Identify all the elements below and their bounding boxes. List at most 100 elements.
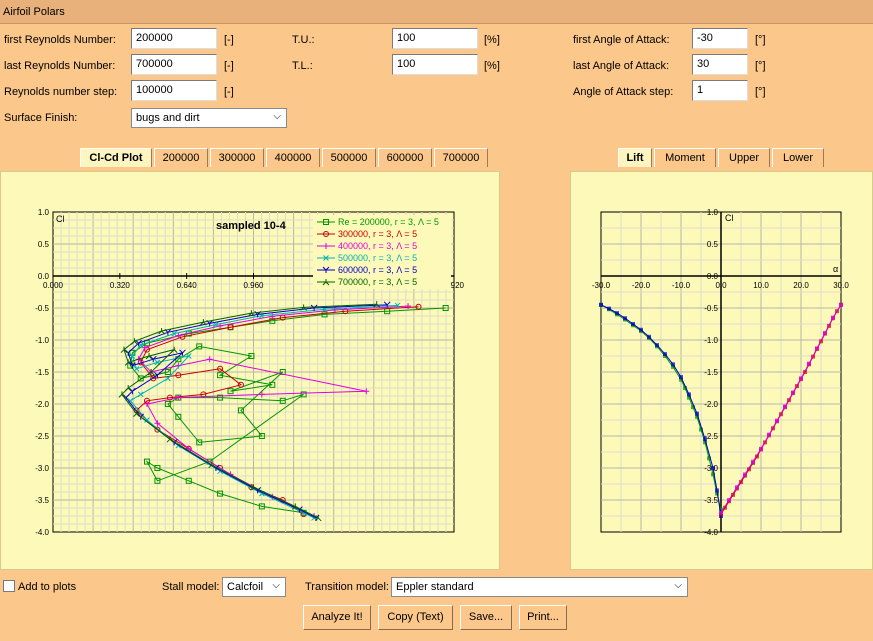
data-point bbox=[715, 488, 719, 493]
surface-finish-label: Surface Finish: bbox=[4, 112, 78, 124]
y-tick-label: -3.5 bbox=[704, 496, 718, 505]
chevron-down-icon: ⌵ bbox=[272, 580, 280, 591]
save-button[interactable]: Save... bbox=[460, 605, 512, 630]
y-tick-label: -2.0 bbox=[35, 400, 49, 409]
last-aoa-label: last Angle of Attack: bbox=[573, 60, 670, 72]
add-to-plots-label: Add to plots bbox=[18, 581, 77, 593]
legend-entry: 600000, r = 3, Λ = 5 bbox=[338, 265, 417, 275]
cl-cd-plot: 0.000 0.320 0.640 0.960 1.9201.00.50.0-0.5-1… bbox=[35, 208, 464, 537]
data-point bbox=[839, 302, 843, 307]
transition-model-select[interactable]: Eppler standard ⌵ bbox=[391, 577, 688, 597]
x-tick-label: 10.0 bbox=[753, 281, 769, 290]
data-point bbox=[791, 390, 795, 395]
data-point bbox=[599, 302, 603, 307]
y-tick-label: -0.5 bbox=[35, 304, 49, 313]
tl-label: T.L.: bbox=[292, 60, 313, 72]
surface-finish-select[interactable]: bugs and dirt ⌵ bbox=[131, 108, 287, 128]
stall-model-select[interactable]: Calcfoil ⌵ bbox=[222, 577, 286, 597]
legend-entry: Re = 200000, r = 3, Λ = 5 bbox=[338, 217, 439, 227]
y-tick-label: -1.0 bbox=[35, 336, 49, 345]
lift-plot: -30.0 -20.0 -10.0 0.0 10.0 20.0 30.0 1.0 0.5 0.0 -… bbox=[592, 208, 849, 537]
tab-upper[interactable]: Upper bbox=[718, 148, 770, 167]
tab-cl-cd-plot[interactable]: Cl-Cd Plot bbox=[80, 148, 152, 167]
stall-model-value: Calcfoil bbox=[227, 581, 264, 593]
y-tick-label: -2.5 bbox=[35, 432, 49, 441]
first-re-label: first Reynolds Number: bbox=[4, 34, 116, 46]
data-point bbox=[639, 327, 643, 332]
analyze-button[interactable]: Analyze It! bbox=[303, 605, 371, 630]
x-tick-label: 30.0 bbox=[833, 281, 849, 290]
tab-500000[interactable]: 500000 bbox=[322, 148, 376, 167]
data-point bbox=[823, 330, 827, 335]
data-point bbox=[807, 361, 811, 366]
window-title: Airfoil Polars bbox=[0, 0, 873, 24]
y-tick-label: -1.5 bbox=[704, 368, 718, 377]
data-point bbox=[607, 306, 611, 311]
y-tick-label: -2.0 bbox=[704, 400, 718, 409]
y-tick-label: 0.5 bbox=[707, 240, 719, 249]
data-point bbox=[751, 459, 755, 464]
data-point bbox=[647, 334, 651, 339]
print-button[interactable]: Print... bbox=[519, 605, 567, 630]
x-tick-label: 0.0 bbox=[715, 281, 727, 290]
copy-text-button[interactable]: Copy (Text) bbox=[378, 605, 453, 630]
tu-input[interactable]: 100 bbox=[392, 28, 478, 49]
tab-300000[interactable]: 300000 bbox=[210, 148, 264, 167]
re-step-label: Reynolds number step: bbox=[4, 86, 118, 98]
aoa-step-label: Angle of Attack step: bbox=[573, 86, 674, 98]
aoa-step-input[interactable]: 1 bbox=[692, 80, 748, 101]
data-point bbox=[767, 432, 771, 437]
x-tick-label: -20.0 bbox=[632, 281, 651, 290]
surface-finish-value: bugs and dirt bbox=[136, 112, 200, 124]
data-point bbox=[799, 376, 803, 381]
data-point bbox=[615, 311, 619, 316]
y-tick-label: 0.5 bbox=[38, 240, 50, 249]
last-re-input[interactable]: 700000 bbox=[131, 54, 217, 75]
y-tick-label: 1.0 bbox=[707, 208, 719, 217]
tab-200000[interactable]: 200000 bbox=[154, 148, 208, 167]
tab-700000[interactable]: 700000 bbox=[434, 148, 488, 167]
y-tick-label: -3.5 bbox=[35, 496, 49, 505]
re-step-input[interactable]: 100000 bbox=[131, 80, 217, 101]
data-point bbox=[703, 437, 707, 442]
y-tick-label: -3.0 bbox=[35, 464, 49, 473]
x-tick-label: 0.320 bbox=[110, 281, 131, 290]
tl-input[interactable]: 100 bbox=[392, 54, 478, 75]
chevron-down-icon: ⌵ bbox=[273, 111, 281, 122]
data-point bbox=[655, 343, 659, 348]
data-point bbox=[679, 375, 683, 380]
tab-lift[interactable]: Lift bbox=[618, 148, 652, 167]
data-point bbox=[783, 404, 787, 409]
legend-entry: 300000, r = 3, Λ = 5 bbox=[338, 229, 417, 239]
data-point bbox=[663, 352, 667, 357]
transition-model-value: Eppler standard bbox=[396, 581, 474, 593]
aoa-step-unit: [°] bbox=[755, 86, 766, 98]
stall-model-label: Stall model: bbox=[162, 581, 220, 593]
first-re-input[interactable]: 200000 bbox=[131, 28, 217, 49]
x-tick-label: 0.640 bbox=[177, 281, 198, 290]
first-re-unit: [-] bbox=[224, 34, 234, 46]
last-aoa-input[interactable]: 30 bbox=[692, 54, 748, 75]
data-point bbox=[815, 346, 819, 351]
first-aoa-label: first Angle of Attack: bbox=[573, 34, 670, 46]
data-point bbox=[759, 446, 763, 451]
tab-600000[interactable]: 600000 bbox=[378, 148, 432, 167]
data-point bbox=[775, 418, 779, 423]
data-point bbox=[743, 472, 747, 477]
tab-400000[interactable]: 400000 bbox=[266, 148, 320, 167]
y-tick-label: -0.5 bbox=[704, 304, 718, 313]
tab-lower[interactable]: Lower bbox=[772, 148, 824, 167]
tu-unit: [%] bbox=[484, 34, 500, 46]
y-tick-label: 1.0 bbox=[38, 208, 50, 217]
tu-label: T.U.: bbox=[292, 34, 315, 46]
tab-moment[interactable]: Moment bbox=[654, 148, 716, 167]
y-tick-label: -1.5 bbox=[35, 368, 49, 377]
y-tick-label: 0.0 bbox=[38, 272, 50, 281]
cl-cd-plot-panel: 0.000 0.320 0.640 0.960 1.920 1.0 0.5 0.0 -0.5 -1… bbox=[0, 171, 500, 570]
data-point bbox=[719, 510, 723, 515]
tl-unit: [%] bbox=[484, 60, 500, 72]
first-aoa-input[interactable]: -30 bbox=[692, 28, 748, 49]
lift-plot-panel: -30.0 -20.0 -10.0 0.0 10.0 20.0 30.0 1.0 0.5 0.0 -… bbox=[570, 171, 873, 570]
first-aoa-unit: [°] bbox=[755, 34, 766, 46]
add-to-plots-checkbox[interactable] bbox=[3, 580, 15, 592]
